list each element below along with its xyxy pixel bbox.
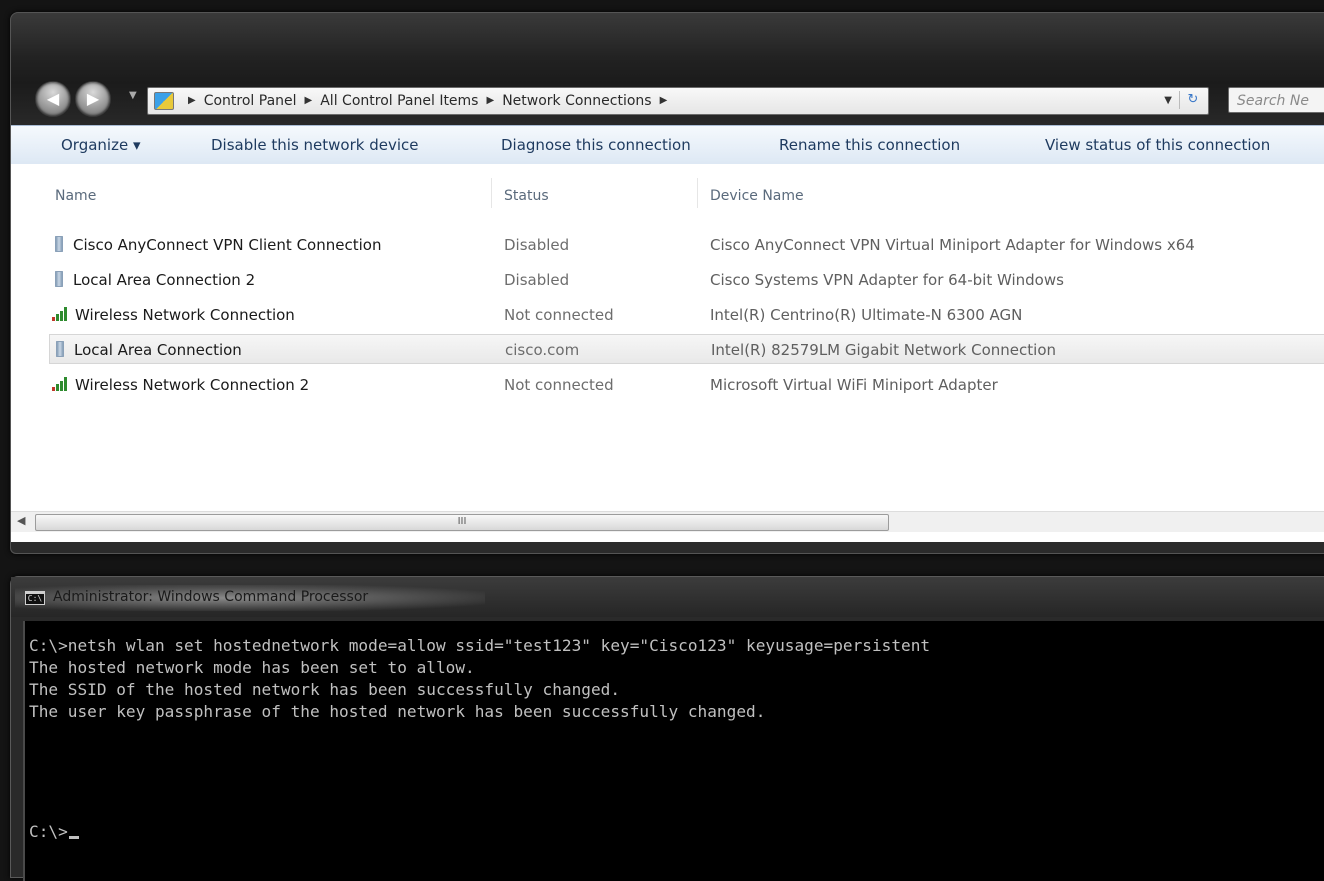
breadcrumb-separator-icon[interactable]: ▶ [486,95,494,106]
connection-name: Cisco AnyConnect VPN Client Connection [73,236,382,254]
wired-adapter-icon [55,271,63,287]
breadcrumb-network-connections[interactable]: Network Connections [502,93,651,109]
breadcrumb: ▶ Control Panel ▶ All Control Panel Items ▶ N… [180,88,675,114]
wireless-signal-icon [52,377,67,391]
breadcrumb-separator-icon[interactable]: ▶ [188,95,196,106]
refresh-button[interactable]: ↻ [1179,91,1206,109]
connections-list: Name Status Device Name Cisco AnyConnect… [11,164,1324,542]
refresh-icon: ↻ [1187,92,1199,107]
command-bar: Organize ▾ Disable this network device D… [11,125,1324,165]
navigation-bar: ◀ ▶ ▼ ▶ Control Panel ▶ All Control Panel I… [11,73,1324,125]
diagnose-connection-button[interactable]: Diagnose this connection [501,136,691,154]
command-prompt-icon[interactable]: C:\ [25,591,45,605]
back-arrow-icon: ◀ [46,89,60,108]
search-box[interactable]: Search Ne [1228,87,1324,113]
connection-status: cisco.com [505,341,580,359]
column-divider[interactable] [491,178,492,208]
connection-row[interactable]: Cisco AnyConnect VPN Client Connection D… [49,230,1324,260]
column-divider[interactable] [697,178,698,208]
breadcrumb-separator-icon[interactable]: ▶ [305,95,313,106]
connection-name-cell: Local Area Connection [56,335,242,365]
forward-button[interactable]: ▶ [75,81,111,117]
connection-device-name: Cisco AnyConnect VPN Virtual Miniport Ad… [710,236,1195,254]
connection-status: Disabled [504,236,570,254]
scrollbar-grip: III [457,516,467,527]
connection-device-name: Cisco Systems VPN Adapter for 64-bit Win… [710,271,1064,289]
rename-connection-button[interactable]: Rename this connection [779,136,960,154]
scrollbar-thumb[interactable]: III [35,514,889,531]
back-button[interactable]: ◀ [35,81,71,117]
connection-status: Not connected [504,306,614,324]
control-panel-icon [154,92,174,110]
search-placeholder: Search Ne [1237,93,1309,109]
connection-name-cell: Wireless Network Connection 2 [51,370,309,400]
column-header-status[interactable]: Status [504,188,549,204]
command-prompt-window: C:\ Administrator: Windows Command Proce… [10,576,1324,881]
console-line: The user key passphrase of the hosted ne… [29,702,766,721]
wired-adapter-icon [56,341,64,357]
wired-adapter-icon [55,236,63,252]
connection-status: Disabled [504,271,570,289]
connection-row[interactable]: Wireless Network Connection Not connecte… [49,300,1324,330]
view-status-button[interactable]: View status of this connection [1045,136,1270,154]
text-cursor [68,836,79,839]
console-output[interactable]: C:\>netsh wlan set hostednetwork mode=al… [23,621,1324,881]
connection-device-name: Intel(R) 82579LM Gigabit Network Connect… [711,341,1056,359]
command-prompt-titlebar[interactable]: C:\ Administrator: Windows Command Proce… [11,577,1324,617]
connection-row[interactable]: Local Area Connection 2 Disabled Cisco S… [49,265,1324,295]
console-line: The hosted network mode has been set to … [29,658,475,677]
column-header-device-name[interactable]: Device Name [710,188,804,204]
connection-name-cell: Cisco AnyConnect VPN Client Connection [55,230,381,260]
connection-name: Wireless Network Connection [75,306,295,324]
disable-device-button[interactable]: Disable this network device [211,136,419,154]
organize-menu-button[interactable]: Organize ▾ [61,136,141,154]
console-prompt: C:\> [29,822,68,841]
network-connections-window: ◀ ▶ ▼ ▶ Control Panel ▶ All Control Panel I… [10,12,1324,554]
connection-device-name: Intel(R) Centrino(R) Ultimate-N 6300 AGN [710,306,1023,324]
column-header-name[interactable]: Name [55,188,96,204]
address-history-dropdown-icon[interactable]: ▼ [1164,88,1172,114]
window-title: Administrator: Windows Command Processor [53,589,369,605]
forward-arrow-icon: ▶ [86,89,100,108]
breadcrumb-all-items[interactable]: All Control Panel Items [320,93,478,109]
connection-device-name: Microsoft Virtual WiFi Miniport Adapter [710,376,998,394]
connection-name: Local Area Connection 2 [73,271,256,289]
connection-name-cell: Wireless Network Connection [51,300,295,330]
connection-name-cell: Local Area Connection 2 [55,265,255,295]
console-prompt-line: C:\> [29,821,79,843]
address-bar[interactable]: ▶ Control Panel ▶ All Control Panel Items ▶ N… [147,87,1209,115]
scroll-left-arrow-icon[interactable]: ◀ [17,514,25,527]
connection-name: Wireless Network Connection 2 [75,376,310,394]
connection-status: Not connected [504,376,614,394]
wireless-signal-icon [52,307,67,321]
breadcrumb-control-panel[interactable]: Control Panel [204,93,297,109]
horizontal-scrollbar[interactable]: ◀ III [11,511,1324,532]
recent-pages-dropdown-icon[interactable]: ▼ [129,90,137,101]
connection-row-selected[interactable]: Local Area Connection cisco.com Intel(R)… [49,334,1324,364]
connection-name: Local Area Connection [74,341,242,359]
connection-row[interactable]: Wireless Network Connection 2 Not connec… [49,370,1324,400]
breadcrumb-separator-icon[interactable]: ▶ [660,95,668,106]
console-line: C:\>netsh wlan set hostednetwork mode=al… [29,636,931,655]
console-line: The SSID of the hosted network has been … [29,680,621,699]
